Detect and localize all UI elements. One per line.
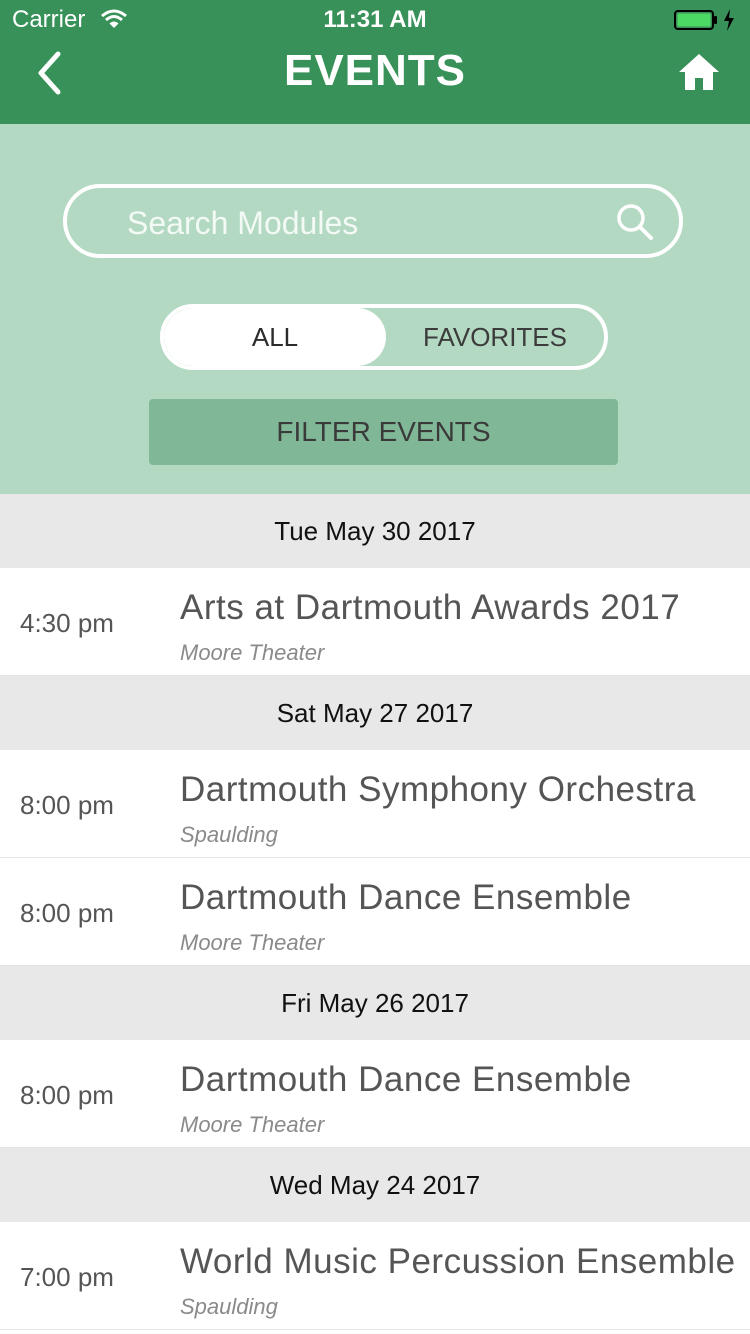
event-location: Spaulding (180, 1294, 278, 1319)
event-row[interactable]: 7:00 pm World Music Percussion Ensemble … (0, 1222, 750, 1330)
event-time: 8:00 pm (20, 898, 114, 928)
event-location: Moore Theater (180, 1112, 325, 1137)
section-header: Fri May 26 2017 (0, 966, 750, 1040)
section-header: Sat May 27 2017 (0, 676, 750, 750)
event-row[interactable]: 8:00 pm Dartmouth Dance Ensemble Moore T… (0, 1040, 750, 1148)
event-time: 8:00 pm (20, 790, 114, 820)
home-button[interactable] (676, 50, 722, 94)
event-time: 7:00 pm (20, 1262, 114, 1292)
event-location: Spaulding (180, 822, 278, 847)
status-time: 11:31 AM (323, 6, 427, 33)
event-time: 4:30 pm (20, 608, 114, 638)
event-location: Moore Theater (180, 640, 325, 665)
event-title: World Music Percussion Ensemble (180, 1242, 736, 1281)
controls-panel: ALL FAVORITES FILTER EVENTS (0, 124, 750, 494)
home-icon (679, 54, 719, 90)
segmented-control: ALL FAVORITES (160, 304, 608, 370)
event-title: Dartmouth Symphony Orchestra (180, 770, 696, 809)
search-input[interactable] (125, 198, 599, 248)
event-row[interactable]: 8:00 pm Dartmouth Symphony Orchestra Spa… (0, 750, 750, 858)
battery-icon (674, 10, 717, 30)
section-header: Tue May 30 2017 (0, 494, 750, 568)
segment-favorites[interactable]: FAVORITES (386, 308, 604, 366)
event-row[interactable]: 8:00 pm Dartmouth Dance Ensemble Moore T… (0, 858, 750, 966)
search-bar (63, 184, 683, 258)
event-time: 8:00 pm (20, 1080, 114, 1110)
page-title: EVENTS (283, 46, 467, 95)
filter-events-button[interactable]: FILTER EVENTS (149, 399, 618, 465)
event-row[interactable]: 4:30 pm Arts at Dartmouth Awards 2017 Mo… (0, 568, 750, 676)
search-icon[interactable] (615, 202, 655, 242)
status-bar: Carrier 11:31 AM (0, 0, 750, 40)
segment-all[interactable]: ALL (164, 308, 386, 366)
navigation-bar: Carrier 11:31 AM EVENTS (0, 0, 750, 124)
event-title: Arts at Dartmouth Awards 2017 (180, 588, 681, 627)
charging-icon (724, 9, 734, 31)
event-title: Dartmouth Dance Ensemble (180, 878, 632, 917)
event-location: Moore Theater (180, 930, 325, 955)
event-title: Dartmouth Dance Ensemble (180, 1060, 632, 1099)
events-list: Tue May 30 2017 4:30 pm Arts at Dartmout… (0, 494, 750, 1330)
section-header: Wed May 24 2017 (0, 1148, 750, 1222)
